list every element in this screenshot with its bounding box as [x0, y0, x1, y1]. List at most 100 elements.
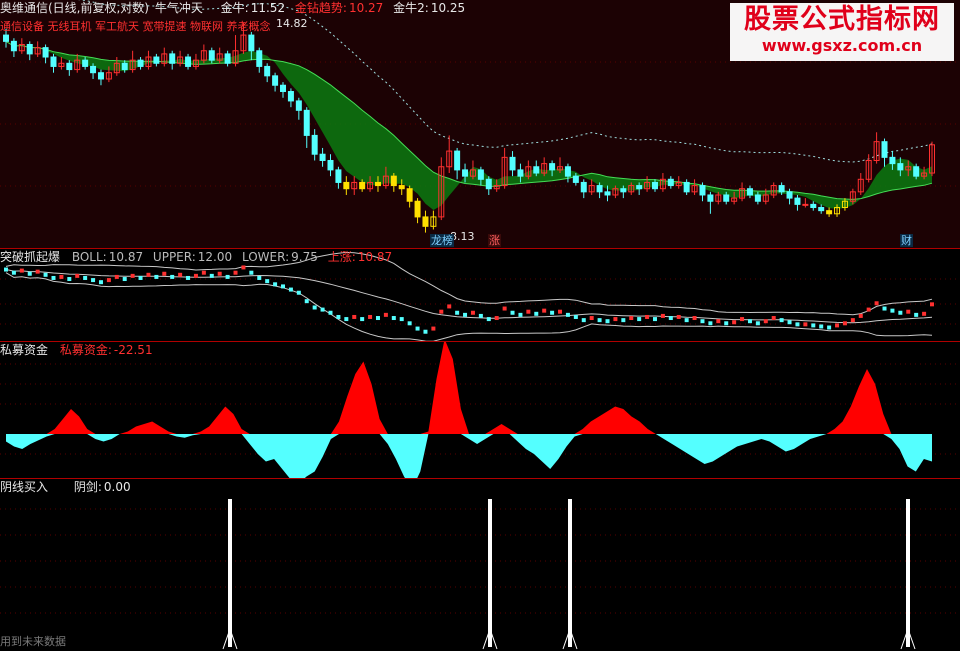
candle-body	[620, 188, 627, 193]
boll-dot	[763, 319, 768, 324]
limit-up-tag[interactable]: 涨	[488, 234, 501, 247]
lower-value: 9.75	[291, 250, 318, 264]
boll-dot	[898, 310, 903, 315]
trend-band	[6, 41, 932, 211]
fund-indicator-name: 私募资金	[0, 343, 49, 357]
fund-panel[interactable]: 私募资金 私募资金: -22.51	[0, 342, 960, 478]
candle-body	[121, 62, 128, 71]
candle-body	[256, 50, 263, 67]
candle-body	[810, 203, 817, 209]
boll-dot	[811, 323, 816, 328]
candle-body	[82, 59, 89, 67]
boll-dot	[803, 322, 808, 327]
fund-header: 私募资金 私募资金: -22.51	[0, 342, 159, 358]
boll-dot	[795, 322, 800, 327]
boll-dot	[265, 279, 270, 284]
lower-label: LOWER:	[241, 250, 290, 264]
main-chart-header: 奥维通信(日线,前复权,对数) 牛气冲天 金牛: 11.52 金钻趋势: 10.27…	[0, 0, 471, 16]
dragon-list-tag[interactable]: 龙榜	[430, 234, 454, 247]
boll-dot	[652, 317, 657, 322]
boll-dot	[518, 312, 523, 317]
boll-dot	[304, 299, 309, 304]
boll-dot	[787, 320, 792, 325]
candle-body	[414, 200, 421, 218]
candle-body	[889, 156, 896, 165]
boll-dot	[352, 314, 357, 319]
candle-body	[3, 34, 9, 42]
boll-dot	[724, 321, 729, 326]
candle-body	[280, 84, 287, 93]
boll-dot	[399, 317, 404, 322]
candle-body	[549, 163, 556, 171]
candle-body	[42, 47, 49, 58]
boll-dot	[43, 272, 48, 277]
boll-dot	[201, 270, 206, 275]
boll-dot	[83, 275, 88, 280]
candle-body	[786, 191, 793, 199]
boll-dot	[431, 326, 436, 331]
boll-dot	[51, 275, 56, 280]
boll-dot	[4, 267, 8, 272]
candle-body	[580, 181, 587, 193]
candle-body	[818, 207, 825, 212]
boll-dot	[502, 306, 507, 311]
buy-signal-bar	[906, 499, 910, 647]
candle-body	[683, 181, 690, 193]
candle-body	[153, 56, 160, 64]
boll-dot	[415, 326, 420, 331]
boll-dot	[170, 274, 175, 279]
candle-body	[185, 56, 192, 67]
candle-body	[50, 56, 57, 67]
jinniu-label: 金牛:	[220, 1, 249, 15]
boll-dot	[542, 308, 547, 313]
candle-body	[319, 153, 326, 161]
candle-body	[335, 169, 342, 183]
signal-panel[interactable]: 阴线买入 阴剑: 0.00	[0, 479, 960, 651]
candle-body	[272, 75, 279, 86]
candle-body	[802, 203, 809, 206]
boll-dot	[565, 312, 570, 317]
boll-dot	[645, 314, 650, 319]
rise-label: 上涨:	[327, 250, 356, 264]
boll-dot	[122, 277, 127, 282]
finance-tag[interactable]: 财	[900, 234, 913, 247]
boll-dot	[98, 280, 103, 285]
candle-body	[264, 65, 271, 77]
candle-body	[390, 175, 397, 187]
boll-dot	[708, 321, 713, 326]
jinniu2-label: 金牛2:	[393, 1, 429, 15]
boll-dot	[700, 319, 705, 324]
signal-chart[interactable]	[0, 479, 960, 651]
boll-panel[interactable]: 突破抓起爆 BOLL: 10.87 UPPER: 12.00 LOWER: 9.75 …	[0, 249, 960, 341]
watermark: 股票公式指标网 www.gsxz.com.cn	[730, 3, 954, 61]
main-chart-panel[interactable]: 奥维通信(日线,前复权,对数) 牛气冲天 金牛: 11.52 金钻趋势: 10.27…	[0, 0, 960, 248]
boll-dot	[336, 314, 341, 319]
fund-chart[interactable]	[0, 342, 960, 478]
boll-dot	[747, 319, 752, 324]
boll-dot	[375, 316, 380, 321]
candle-body	[137, 59, 144, 67]
candle-body	[596, 185, 603, 193]
candle-body	[359, 181, 366, 190]
boll-dot	[858, 313, 863, 318]
boll-dot	[755, 321, 760, 326]
boll-dot	[629, 316, 634, 321]
candle-body	[826, 210, 833, 215]
boll-dot	[684, 318, 689, 323]
boll-dot	[874, 301, 879, 306]
boll-dot	[589, 316, 594, 321]
boll-dot	[407, 321, 412, 326]
boll-dot	[494, 316, 499, 321]
boll-dot	[573, 314, 578, 319]
candle-body	[485, 178, 492, 190]
boll-dot	[455, 310, 460, 315]
candle-body	[636, 185, 643, 190]
boll-dot	[312, 305, 317, 310]
boll-dot	[914, 312, 919, 317]
fund-value: -22.51	[113, 343, 153, 357]
buy-signal-bar	[228, 499, 232, 647]
fund-label: 私募资金:	[59, 343, 112, 357]
candle-body	[897, 163, 904, 171]
boll-dot	[470, 310, 475, 315]
boll-dot	[154, 274, 159, 279]
